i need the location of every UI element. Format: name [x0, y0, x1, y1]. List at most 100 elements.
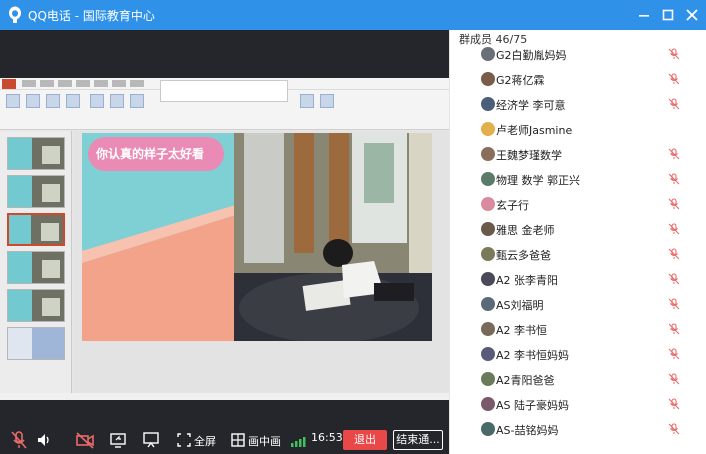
- ribbon-tab: [22, 80, 36, 87]
- current-slide: 你认真的样子太好看: [82, 133, 432, 341]
- shared-screen[interactable]: 你认真的样子太好看: [0, 78, 449, 400]
- mic-muted-icon: [668, 48, 680, 60]
- avatar: [481, 97, 495, 111]
- mic-toggle-button[interactable]: [10, 430, 28, 450]
- avatar: [481, 72, 495, 86]
- member-name: AS刘福明: [496, 299, 544, 312]
- maximize-button[interactable]: [658, 5, 678, 25]
- end-call-button[interactable]: 结束通...: [393, 430, 443, 450]
- mic-muted-icon: [668, 423, 680, 435]
- signal-strength-icon: [291, 437, 306, 447]
- avatar: [481, 372, 495, 386]
- avatar: [481, 422, 495, 436]
- mic-muted-icon: [668, 298, 680, 310]
- ribbon-tool-icon: [26, 94, 40, 108]
- member-row[interactable]: G2蒋亿霖: [450, 67, 706, 92]
- slide-caption: 你认真的样子太好看: [96, 147, 205, 161]
- avatar: [481, 397, 495, 411]
- ppt-status-bar: [0, 393, 449, 400]
- ribbon-tool-icon: [46, 94, 60, 108]
- slide-canvas: 你认真的样子太好看: [74, 131, 449, 393]
- member-name: A2青阳爸爸: [496, 374, 555, 387]
- ribbon-tab: [58, 80, 72, 87]
- ppt-ribbon: [0, 78, 449, 130]
- slide-thumbnail-selected[interactable]: [7, 213, 65, 246]
- share-screen-icon: [110, 433, 126, 448]
- slide-thumbnail[interactable]: [7, 175, 65, 208]
- ribbon-tool-icon: [66, 94, 80, 108]
- member-name: 王魏梦瑾数学: [496, 149, 562, 162]
- slide-thumbnail[interactable]: [7, 327, 65, 360]
- whiteboard-button[interactable]: [142, 430, 160, 450]
- member-row[interactable]: AS 陆子豪妈妈: [450, 392, 706, 417]
- floating-call-toolbar: [160, 80, 288, 102]
- ribbon-tool-icon: [90, 94, 104, 108]
- slide-thumbnail[interactable]: [7, 289, 65, 322]
- fullscreen-icon: [177, 433, 191, 447]
- member-name: AS 陆子豪妈妈: [496, 399, 570, 412]
- mic-muted-icon: [11, 431, 27, 449]
- member-row[interactable]: 玄子行: [450, 192, 706, 217]
- ribbon-tab: [112, 80, 126, 87]
- slide-thumbnails: [0, 131, 72, 393]
- mic-muted-icon: [668, 73, 680, 85]
- avatar: [481, 272, 495, 286]
- ribbon-tab: [94, 80, 108, 87]
- close-button[interactable]: [682, 5, 702, 25]
- avatar: [481, 147, 495, 161]
- avatar: [481, 297, 495, 311]
- mic-muted-icon: [668, 373, 680, 385]
- member-panel: 群成员 46/75 G2白勤胤妈妈 G2蒋亿霖 经济学 李可意 卢老师Jasmine 王…: [449, 30, 706, 454]
- slide-thumbnail[interactable]: [7, 251, 65, 284]
- camera-off-icon: [76, 432, 94, 449]
- exit-button[interactable]: 退出: [343, 430, 387, 450]
- member-name: 玄子行: [496, 199, 529, 212]
- member-row[interactable]: 雅思 金老师: [450, 217, 706, 242]
- member-row[interactable]: 卢老师Jasmine: [450, 117, 706, 142]
- member-name: G2蒋亿霖: [496, 74, 545, 87]
- member-row[interactable]: AS-喆铭妈妈: [450, 417, 706, 442]
- member-row[interactable]: A2青阳爸爸: [450, 367, 706, 392]
- maximize-icon: [662, 9, 674, 21]
- speaker-button[interactable]: [36, 430, 52, 450]
- member-name: 卢老师Jasmine: [496, 124, 573, 137]
- member-row[interactable]: 王魏梦瑾数学: [450, 142, 706, 167]
- picture-in-picture-icon: [231, 433, 245, 447]
- member-row[interactable]: A2 李书恒妈妈: [450, 342, 706, 367]
- ribbon-tool-icon: [300, 94, 314, 108]
- qq-logo-icon: [9, 6, 21, 23]
- avatar: [481, 322, 495, 336]
- camera-toggle-button[interactable]: [75, 430, 95, 450]
- member-row[interactable]: A2 李书恒: [450, 317, 706, 342]
- member-row[interactable]: 物理 数学 郭正兴: [450, 167, 706, 192]
- avatar: [481, 347, 495, 361]
- member-row[interactable]: A2 张李青阳: [450, 267, 706, 292]
- member-row[interactable]: 经济学 李可意: [450, 92, 706, 117]
- member-row[interactable]: AS刘福明: [450, 292, 706, 317]
- slide-thumbnail[interactable]: [7, 137, 65, 170]
- mic-muted-icon: [668, 148, 680, 160]
- share-screen-button[interactable]: [109, 430, 127, 450]
- slide-caption-bubble: 你认真的样子太好看: [88, 137, 224, 171]
- ribbon-tool-icon: [6, 94, 20, 108]
- mic-muted-icon: [668, 198, 680, 210]
- ribbon-tool-icon: [110, 94, 124, 108]
- ribbon-file-tab: [2, 79, 16, 89]
- avatar: [481, 47, 495, 61]
- mic-muted-icon: [668, 248, 680, 260]
- mic-muted-icon: [668, 98, 680, 110]
- minimize-button[interactable]: [634, 5, 654, 25]
- member-name: AS-喆铭妈妈: [496, 424, 559, 437]
- member-name: A2 张李青阳: [496, 274, 559, 287]
- minimize-icon: [639, 15, 649, 17]
- member-name: A2 李书恒: [496, 324, 548, 337]
- title-bar: QQ电话 - 国际教育中心: [0, 0, 706, 30]
- ribbon-tab: [40, 80, 54, 87]
- fullscreen-label: 全屏: [194, 435, 216, 448]
- ribbon-tool-icon: [320, 94, 334, 108]
- member-name: 甄云多爸爸: [496, 249, 551, 262]
- avatar: [481, 197, 495, 211]
- window-title: QQ电话 - 国际教育中心: [28, 9, 155, 23]
- member-row[interactable]: G2白勤胤妈妈: [450, 42, 706, 67]
- member-row[interactable]: 甄云多爸爸: [450, 242, 706, 267]
